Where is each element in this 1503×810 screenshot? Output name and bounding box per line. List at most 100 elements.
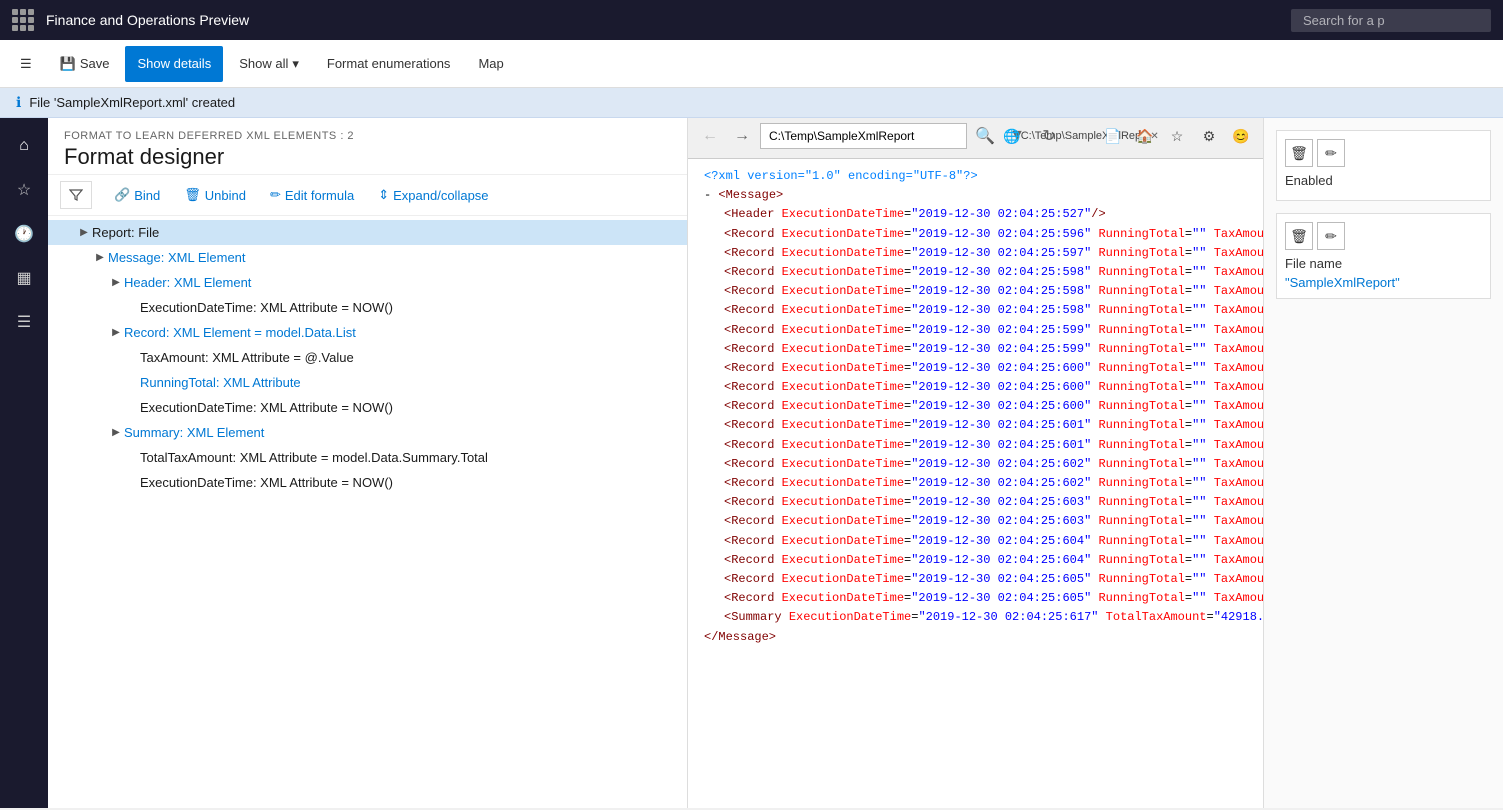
- delete-enabled-button[interactable]: 🗑: [1285, 139, 1313, 167]
- xml-record-20: <Record ExecutionDateTime="2019-12-30 02…: [704, 589, 1247, 608]
- xml-message-open: - <Message>: [704, 186, 1247, 205]
- command-bar: ☰ 💾 Save Show details Show all ▾ Format …: [0, 40, 1503, 88]
- xml-record-13: <Record ExecutionDateTime="2019-12-30 02…: [704, 455, 1247, 474]
- xml-record-19: <Record ExecutionDateTime="2019-12-30 02…: [704, 570, 1247, 589]
- xml-record-15: <Record ExecutionDateTime="2019-12-30 02…: [704, 493, 1247, 512]
- unbind-button[interactable]: 🗑 Unbind: [178, 183, 252, 207]
- nav-recent-icon[interactable]: 🕐: [4, 214, 44, 254]
- tree-label: ExecutionDateTime: XML Attribute = NOW(): [140, 300, 393, 315]
- tree-item-runningtotal[interactable]: RunningTotal: XML Attribute: [48, 370, 687, 395]
- panel-title: Format designer: [64, 144, 671, 170]
- hamburger-icon: ☰: [20, 56, 32, 72]
- filter-icon[interactable]: [60, 181, 92, 209]
- nav-workspace-icon[interactable]: ▦: [4, 258, 44, 298]
- xml-record-12: <Record ExecutionDateTime="2019-12-30 02…: [704, 436, 1247, 455]
- save-icon: 💾: [60, 56, 76, 72]
- main-layout: ⌂ ☆ 🕐 ▦ ☰ FORMAT TO LEARN DEFERRED XML E…: [0, 118, 1503, 808]
- xml-record-16: <Record ExecutionDateTime="2019-12-30 02…: [704, 512, 1247, 531]
- nav-list-icon[interactable]: ☰: [4, 302, 44, 342]
- forward-button[interactable]: →: [728, 122, 756, 150]
- formula-icon: ✏: [270, 187, 281, 203]
- tree-arrow: ▶: [108, 327, 124, 338]
- panel-header: FORMAT TO LEARN DEFERRED XML ELEMENTS : …: [48, 118, 687, 175]
- tree-label: ExecutionDateTime: XML Attribute = NOW(): [140, 475, 393, 490]
- format-enumerations-button[interactable]: Format enumerations: [315, 46, 463, 82]
- xml-record-7: <Record ExecutionDateTime="2019-12-30 02…: [704, 340, 1247, 359]
- property-filename: 🗑 ✏ File name "SampleXmlReport": [1276, 213, 1491, 299]
- format-tree: ▶ Report: File ▶ Message: XML Element ▶ …: [48, 216, 687, 808]
- xml-record-9: <Record ExecutionDateTime="2019-12-30 02…: [704, 378, 1247, 397]
- xml-record-11: <Record ExecutionDateTime="2019-12-30 02…: [704, 416, 1247, 435]
- filename-value: "SampleXmlReport": [1285, 275, 1482, 290]
- tree-arrow: ▶: [108, 427, 124, 438]
- browser-chrome: ← → 🔍 ▼ ↻ 🌐 C:\Temp\SampleXmlRep... ✕ 📄 …: [688, 118, 1263, 159]
- tree-item-execdt-summary[interactable]: ExecutionDateTime: XML Attribute = NOW(): [48, 470, 687, 495]
- show-all-button[interactable]: Show all ▾: [227, 46, 311, 82]
- tree-item-message[interactable]: ▶ Message: XML Element: [48, 245, 687, 270]
- expand-collapse-button[interactable]: ⇕ Expand/collapse: [372, 183, 494, 207]
- save-button[interactable]: 💾 Save: [48, 46, 122, 82]
- bind-button[interactable]: 🔗 Bind: [108, 183, 166, 207]
- xml-record-8: <Record ExecutionDateTime="2019-12-30 02…: [704, 359, 1247, 378]
- home-button[interactable]: 🏠: [1131, 122, 1159, 150]
- xml-record-17: <Record ExecutionDateTime="2019-12-30 02…: [704, 532, 1247, 551]
- tree-arrow: [124, 402, 140, 413]
- settings-button[interactable]: ⚙: [1195, 122, 1223, 150]
- nav-home-icon[interactable]: ⌂: [4, 126, 44, 166]
- property-enabled: 🗑 ✏ Enabled: [1276, 130, 1491, 201]
- search-icon[interactable]: 🔍: [971, 122, 999, 150]
- bind-icon: 🔗: [114, 187, 130, 203]
- new-tab-button[interactable]: 📄: [1099, 122, 1127, 150]
- tree-item-report[interactable]: ▶ Report: File: [48, 220, 687, 245]
- edit-enabled-button[interactable]: ✏: [1317, 139, 1345, 167]
- tree-item-summary[interactable]: ▶ Summary: XML Element: [48, 420, 687, 445]
- delete-filename-button[interactable]: 🗑: [1285, 222, 1313, 250]
- xml-summary: <Summary ExecutionDateTime="2019-12-30 0…: [704, 608, 1247, 627]
- xml-content: <?xml version="1.0" encoding="UTF-8"?> -…: [688, 159, 1263, 808]
- show-details-button[interactable]: Show details: [125, 46, 223, 82]
- app-grid-icon: [12, 9, 34, 31]
- prop-actions-filename: 🗑 ✏: [1285, 222, 1482, 250]
- property-panel: 🗑 ✏ Enabled 🗑 ✏ File name "SampleXmlRepo…: [1263, 118, 1503, 808]
- xml-record-4: <Record ExecutionDateTime="2019-12-30 02…: [704, 282, 1247, 301]
- edit-formula-button[interactable]: ✏ Edit formula: [264, 183, 360, 207]
- enabled-label: Enabled: [1285, 173, 1482, 188]
- tree-item-execdt-record[interactable]: ExecutionDateTime: XML Attribute = NOW(): [48, 395, 687, 420]
- tree-item-header[interactable]: ▶ Header: XML Element: [48, 270, 687, 295]
- tree-arrow: ▶: [92, 252, 108, 263]
- chevron-down-icon: ▾: [292, 56, 299, 72]
- xml-record-6: <Record ExecutionDateTime="2019-12-30 02…: [704, 321, 1247, 340]
- menu-button[interactable]: ☰: [8, 46, 44, 82]
- smiley-button[interactable]: 😊: [1227, 122, 1255, 150]
- ie-icon: 🌐: [1003, 128, 1020, 145]
- xml-record-1: <Record ExecutionDateTime="2019-12-30 02…: [704, 225, 1247, 244]
- title-bar: Finance and Operations Preview: [0, 0, 1503, 40]
- map-button[interactable]: Map: [466, 46, 515, 82]
- notification-message: File 'SampleXmlReport.xml' created: [29, 95, 235, 110]
- tree-arrow: ▶: [76, 227, 92, 238]
- browser-tab2[interactable]: 🌐 C:\Temp\SampleXmlRep... ✕: [1067, 122, 1095, 150]
- tree-arrow: ▶: [108, 277, 124, 288]
- browser-nav: ← → 🔍 ▼ ↻ 🌐 C:\Temp\SampleXmlRep... ✕ 📄 …: [696, 122, 1255, 150]
- tree-label: TotalTaxAmount: XML Attribute = model.Da…: [140, 450, 488, 465]
- back-button[interactable]: ←: [696, 122, 724, 150]
- tree-arrow: [124, 477, 140, 488]
- nav-star-icon[interactable]: ☆: [4, 170, 44, 210]
- edit-filename-button[interactable]: ✏: [1317, 222, 1345, 250]
- xml-panel: ← → 🔍 ▼ ↻ 🌐 C:\Temp\SampleXmlRep... ✕ 📄 …: [688, 118, 1263, 808]
- tree-arrow: [124, 352, 140, 363]
- tree-label: Message: XML Element: [108, 250, 246, 265]
- tree-item-totaltaxamount[interactable]: TotalTaxAmount: XML Attribute = model.Da…: [48, 445, 687, 470]
- tree-item-execdt-header[interactable]: ExecutionDateTime: XML Attribute = NOW(): [48, 295, 687, 320]
- tree-label: Summary: XML Element: [124, 425, 264, 440]
- tree-label: ExecutionDateTime: XML Attribute = NOW(): [140, 400, 393, 415]
- xml-declaration: <?xml version="1.0" encoding="UTF-8"?>: [704, 167, 1247, 186]
- xml-record-2: <Record ExecutionDateTime="2019-12-30 02…: [704, 244, 1247, 263]
- address-bar[interactable]: [760, 123, 967, 149]
- tree-item-taxamount[interactable]: TaxAmount: XML Attribute = @.Value: [48, 345, 687, 370]
- global-search-input[interactable]: [1291, 9, 1491, 32]
- tree-item-record[interactable]: ▶ Record: XML Element = model.Data.List: [48, 320, 687, 345]
- panel-subtitle: FORMAT TO LEARN DEFERRED XML ELEMENTS : …: [64, 130, 671, 142]
- info-icon: ℹ: [16, 94, 21, 111]
- favorites-button[interactable]: ☆: [1163, 122, 1191, 150]
